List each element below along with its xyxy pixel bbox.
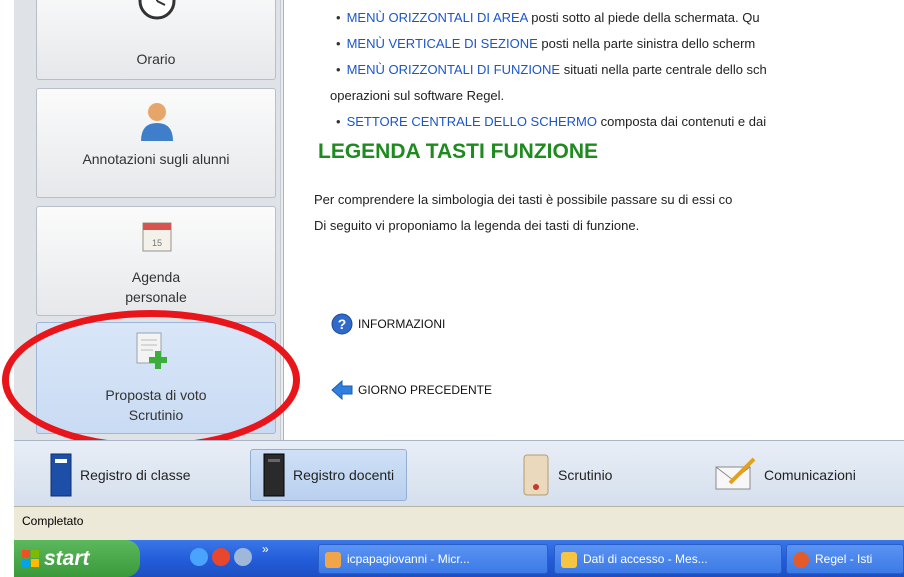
calendar-icon: 15 [142,222,172,252]
taskbar-item[interactable]: icpapagiovanni - Micr... [318,544,548,574]
bullet-text: situati nella parte centrale dello sch [560,62,767,77]
calendar-day: 15 [152,238,162,248]
bullet-text: posti nella parte sinistra dello scherm [537,36,756,51]
start-button[interactable]: start [14,540,140,577]
bullet-continuation: operazioni sul software Regel. [330,88,505,103]
main-content: • MENÙ ORIZZONTALI DI AREA posti sotto al… [300,0,904,440]
browser-icon [325,552,341,568]
bullet-key: MENÙ ORIZZONTALI DI AREA [346,10,528,25]
chrome-icon[interactable] [212,548,230,566]
firefox-icon [793,552,809,568]
document-plus-icon [136,332,167,369]
sidebar-item-agenda[interactable]: 15 Agenda personale [36,206,276,316]
windows-logo-icon [22,550,39,567]
info-label: INFORMAZIONI [358,317,446,331]
clock-icon [138,0,176,20]
tab-scrutinio[interactable]: Scrutinio [522,449,612,501]
taskbar-item-label: Dati di accesso - Mes... [583,552,708,566]
bullet-item: • MENÙ VERTICALE DI SEZIONE posti nella p… [336,36,756,51]
bullet-item: • MENÙ ORIZZONTALI DI AREA posti sotto al… [336,10,760,25]
windows-taskbar: start » icpapagiovanni - Micr... Dati di… [14,540,904,577]
legend-prev-day-row: GIORNO PRECEDENTE [330,378,492,402]
taskbar-item[interactable]: Regel - Isti [786,544,904,574]
sidebar-item-label: Annotazioni sugli alunni [82,151,230,167]
paragraph: Per comprendere la simbologia dei tasti … [314,192,733,207]
svg-text:?: ? [338,316,347,332]
bullet-key: MENÙ VERTICALE DI SEZIONE [346,36,538,51]
person-icon [141,103,173,141]
tab-comunicazioni[interactable]: Comunicazioni [714,449,856,501]
tab-registro-classe[interactable]: Registro di classe [50,449,191,501]
status-bar: Completato [14,506,904,540]
bullet-key: MENÙ ORIZZONTALI DI FUNZIONE [346,62,561,77]
bullet-item: • SETTORE CENTRALE DELLO SCHERMO composta… [336,114,767,129]
area-menu: Registro di classe Registro docenti Scru… [14,440,904,506]
tab-label: Registro di classe [80,467,191,483]
arrow-left-icon [331,379,353,401]
sidebar-item-sublabel: personale [125,289,187,305]
desktop-icon[interactable] [234,548,252,566]
tab-registro-docenti[interactable]: Registro docenti [250,449,408,501]
paragraph: Di seguito vi proponiamo la legenda dei … [314,218,640,233]
taskbar-item-label: icpapagiovanni - Micr... [347,552,470,566]
internet-explorer-icon[interactable] [190,548,208,566]
bullet-key: SETTORE CENTRALE DELLO SCHERMO [346,114,597,129]
window-left-margin [0,0,14,540]
section-sidebar: Orario Annotazioni sugli alunni 15 Agend… [14,0,284,440]
legend-info-row: ? INFORMAZIONI [330,312,445,336]
legend-title: LEGENDA TASTI FUNZIONE [318,140,598,163]
mail-icon [561,552,577,568]
bullet-text: composta dai contenuti e dai [596,114,767,129]
status-text: Completato [22,514,84,528]
prev-day-label: GIORNO PRECEDENTE [358,383,493,397]
envelope-pencil-icon [715,457,756,490]
bullet-item: • MENÙ ORIZZONTALI DI FUNZIONE situati ne… [336,62,767,77]
help-icon: ? [331,313,353,335]
taskbar-item[interactable]: Dati di accesso - Mes... [554,544,782,574]
sidebar-item-sublabel: Scrutinio [128,407,184,423]
sidebar-item-orario[interactable]: Orario [36,0,276,80]
register-book-icon [263,453,285,497]
register-book-icon [50,453,72,497]
chevron-right-icon[interactable]: » [262,542,269,556]
tab-label: Comunicazioni [764,467,856,483]
bullet-text: posti sotto al piede della schermata. Qu [527,10,760,25]
sidebar-item-label: Agenda [131,269,181,285]
taskbar-item-label: Regel - Isti [815,552,873,566]
sidebar-item-proposta[interactable]: Proposta di voto Scrutinio [36,322,276,434]
scroll-thumb[interactable] [283,110,284,400]
sidebar-scrollbar[interactable]: ▼ [280,0,284,440]
sidebar-item-annotazioni[interactable]: Annotazioni sugli alunni [36,88,276,198]
scroll-document-icon [523,454,549,496]
tab-label: Registro docenti [293,467,395,483]
sidebar-item-label: Orario [136,51,176,67]
tab-label: Scrutinio [558,467,613,483]
sidebar-item-label: Proposta di voto [105,387,207,403]
start-label: start [44,546,90,570]
